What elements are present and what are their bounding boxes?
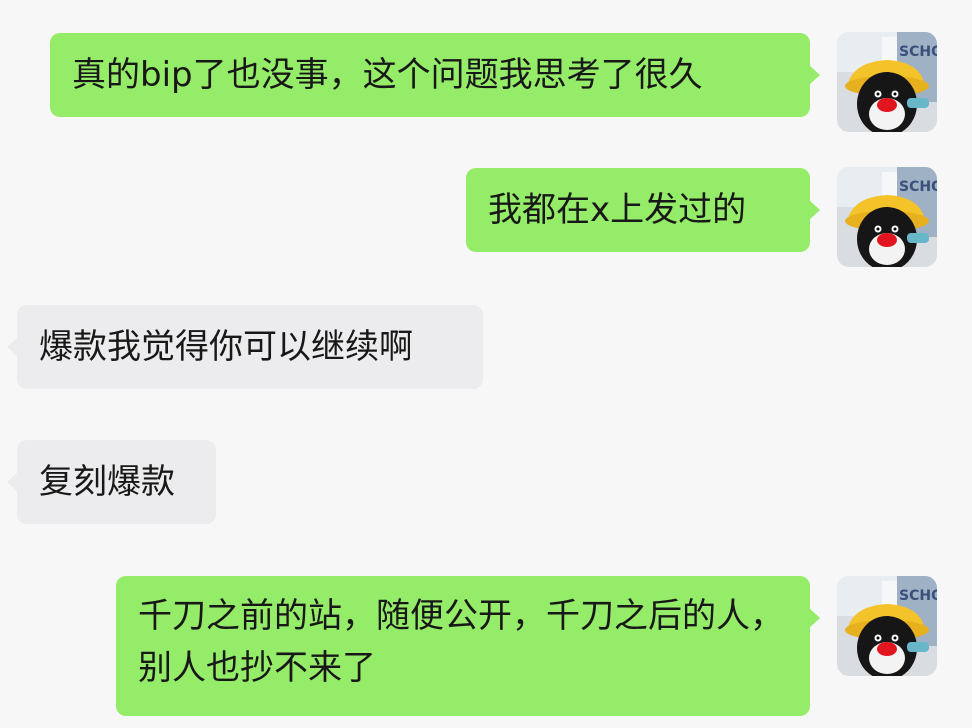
message-text: 我都在x上发过的 <box>488 190 747 230</box>
message-bubble-incoming[interactable]: 爆款我觉得你可以继续啊 <box>7 305 483 389</box>
message-text: 千刀之前的站，随便公开，千刀之后的人，别人也抄不来了 <box>138 596 784 688</box>
avatar[interactable]: SCHO <box>837 32 937 132</box>
message-bubble-outgoing[interactable]: 千刀之前的站，随便公开，千刀之后的人，别人也抄不来了 <box>116 576 820 716</box>
message-text: 真的bip了也没事，这个问题我思考了很久 <box>72 55 703 95</box>
message-bubble-outgoing[interactable]: 我都在x上发过的 <box>466 168 820 252</box>
penguin-avatar-icon: SCHO <box>837 576 937 676</box>
bubble-tail <box>809 608 820 628</box>
penguin-avatar-icon: SCHO <box>837 32 937 132</box>
avatar[interactable]: SCHO <box>837 576 937 676</box>
message-bubble-incoming[interactable]: 复刻爆款 <box>7 440 216 524</box>
bubble-tail <box>7 472 18 492</box>
bubble-tail <box>7 337 18 357</box>
penguin-avatar-icon: SCHO <box>837 167 937 267</box>
message-bubble-outgoing[interactable]: 真的bip了也没事，这个问题我思考了很久 <box>50 33 820 117</box>
avatar[interactable]: SCHO <box>837 167 937 267</box>
svg-text:SCHO: SCHO <box>899 44 937 60</box>
svg-text:SCHO: SCHO <box>899 588 937 604</box>
message-text: 爆款我觉得你可以继续啊 <box>39 327 413 367</box>
bubble-tail <box>809 200 820 220</box>
bubble-tail <box>809 65 820 85</box>
message-text: 复刻爆款 <box>39 462 175 502</box>
svg-text:SCHO: SCHO <box>899 179 937 195</box>
chat-area: 真的bip了也没事，这个问题我思考了很久 SCHO 我都在x上发过的 <box>0 0 972 728</box>
